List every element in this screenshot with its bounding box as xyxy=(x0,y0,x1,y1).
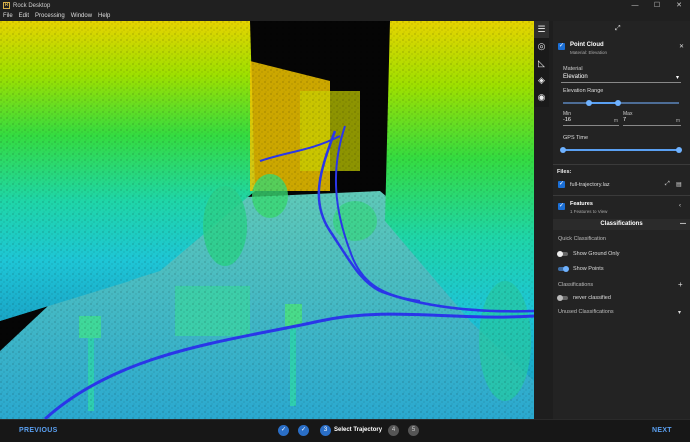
file-checkbox[interactable]: ✓ xyxy=(558,181,565,188)
elevation-min-handle[interactable] xyxy=(585,100,592,106)
menu-window[interactable]: Window xyxy=(71,13,92,19)
step-4[interactable]: 4 xyxy=(388,425,399,436)
unused-classifications-label[interactable]: Unused Classifications xyxy=(558,309,614,315)
ruler-icon[interactable]: ◺ xyxy=(534,55,549,72)
add-classification-icon[interactable]: + xyxy=(678,280,683,289)
next-button[interactable]: NEXT xyxy=(652,427,672,434)
step-1-done[interactable]: ✓ xyxy=(278,425,289,436)
classifications-header-label: Classifications xyxy=(600,221,643,227)
zoom-to-icon[interactable]: ⤢ xyxy=(665,181,670,188)
material-select[interactable]: Elevation ▾ xyxy=(561,72,681,83)
chevron-down-icon[interactable]: ▾ xyxy=(678,309,681,316)
window-controls: — ☐ ✕ xyxy=(624,0,690,11)
show-ground-label: Show Ground Only xyxy=(573,251,620,257)
title-bar: R Rock Desktop — ☐ ✕ xyxy=(0,0,690,11)
sliders-icon[interactable]: ☰ xyxy=(534,21,549,38)
file-name: full-trajectory.laz xyxy=(570,181,610,188)
show-ground-row[interactable]: Show Ground Only xyxy=(557,250,620,257)
point-cloud-subtitle: Material: Elevation xyxy=(570,50,608,55)
elevation-range-label: Elevation Range xyxy=(563,88,604,94)
min-unit: m xyxy=(613,118,618,124)
quick-classification-label: Quick Classification xyxy=(558,236,606,242)
show-points-label: Show Points xyxy=(573,266,604,272)
show-points-toggle[interactable] xyxy=(558,265,569,272)
features-subtitle: 1 Features to View xyxy=(570,209,608,214)
menu-edit[interactable]: Edit xyxy=(19,13,29,19)
point-cloud-title: Point Cloud xyxy=(570,42,604,48)
chevron-left-icon[interactable]: ‹ xyxy=(679,203,681,209)
show-points-row[interactable]: Show Points xyxy=(558,265,604,272)
wizard-bar: PREVIOUS ✓ ✓ 3 Select Trajectory 4 5 NEX… xyxy=(0,419,690,442)
point-cloud-header: ✓ xyxy=(558,43,565,50)
gps-time-label: GPS Time xyxy=(563,135,589,141)
previous-button[interactable]: PREVIOUS xyxy=(19,427,58,434)
collapse-icon[interactable]: — xyxy=(680,219,686,230)
menu-processing[interactable]: Processing xyxy=(35,13,65,19)
chevron-down-icon: ▾ xyxy=(675,75,679,81)
elevation-range-fill xyxy=(588,102,618,104)
menu-help[interactable]: Help xyxy=(98,13,110,19)
material-value: Elevation xyxy=(563,74,588,80)
classifications-header[interactable]: Classifications — xyxy=(553,219,690,230)
features-checkbox[interactable]: ✓ xyxy=(558,203,565,210)
max-elevation-value: 7 xyxy=(623,117,627,123)
point-cloud-viewport[interactable] xyxy=(0,21,534,419)
maximize-button[interactable]: ☐ xyxy=(646,0,668,11)
expand-icon[interactable]: ⤢ xyxy=(615,25,621,33)
gps-min-handle[interactable] xyxy=(560,147,566,153)
features-title: Features xyxy=(570,201,593,207)
min-elevation-input[interactable]: -16 m xyxy=(563,117,619,126)
delete-icon[interactable]: ✕ xyxy=(679,43,684,50)
viewport-toolstrip: ☰ ◎ ◺ ◈ ◉ xyxy=(534,21,549,107)
elevation-range-slider[interactable] xyxy=(563,100,679,106)
never-classified-label: never classified xyxy=(573,295,611,301)
properties-panel: ⤢ ✓ Point Cloud Material: Elevation ✕ Ma… xyxy=(553,21,690,419)
classifications-label: Classifications xyxy=(558,282,594,288)
step-5[interactable]: 5 xyxy=(408,425,419,436)
max-elevation-input[interactable]: 7 m xyxy=(623,117,681,126)
app-logo-icon: R xyxy=(3,2,10,9)
files-label: Files: xyxy=(557,169,572,175)
step-2-done[interactable]: ✓ xyxy=(298,425,309,436)
min-elevation-value: -16 xyxy=(563,117,571,123)
max-unit: m xyxy=(675,118,680,124)
target-icon[interactable]: ◎ xyxy=(534,38,549,55)
step-3-current[interactable]: 3 xyxy=(320,425,331,436)
menu-file[interactable]: File xyxy=(3,13,13,19)
show-ground-toggle[interactable] xyxy=(557,250,568,257)
close-button[interactable]: ✕ xyxy=(668,0,690,11)
divider xyxy=(553,164,690,165)
point-cloud-checkbox[interactable]: ✓ xyxy=(558,43,565,50)
never-classified-toggle[interactable] xyxy=(557,294,568,301)
gps-time-slider[interactable] xyxy=(560,147,682,153)
features-header: ✓ xyxy=(558,203,565,210)
point-cloud-render xyxy=(0,21,534,419)
elevation-max-handle[interactable] xyxy=(614,100,621,106)
window-title: Rock Desktop xyxy=(13,2,51,9)
layers-icon[interactable]: ◈ xyxy=(534,72,549,89)
eye-icon[interactable]: ◉ xyxy=(534,89,549,106)
divider xyxy=(553,195,690,196)
gps-time-fill xyxy=(563,149,679,151)
menu-bar: File Edit Processing Window Help xyxy=(0,11,690,21)
file-info-icon[interactable]: ▤ xyxy=(676,181,682,188)
gps-max-handle[interactable] xyxy=(676,147,682,153)
minimize-button[interactable]: — xyxy=(624,0,646,11)
never-classified-row[interactable]: never classified xyxy=(557,294,611,301)
current-step-label: Select Trajectory xyxy=(334,427,383,433)
